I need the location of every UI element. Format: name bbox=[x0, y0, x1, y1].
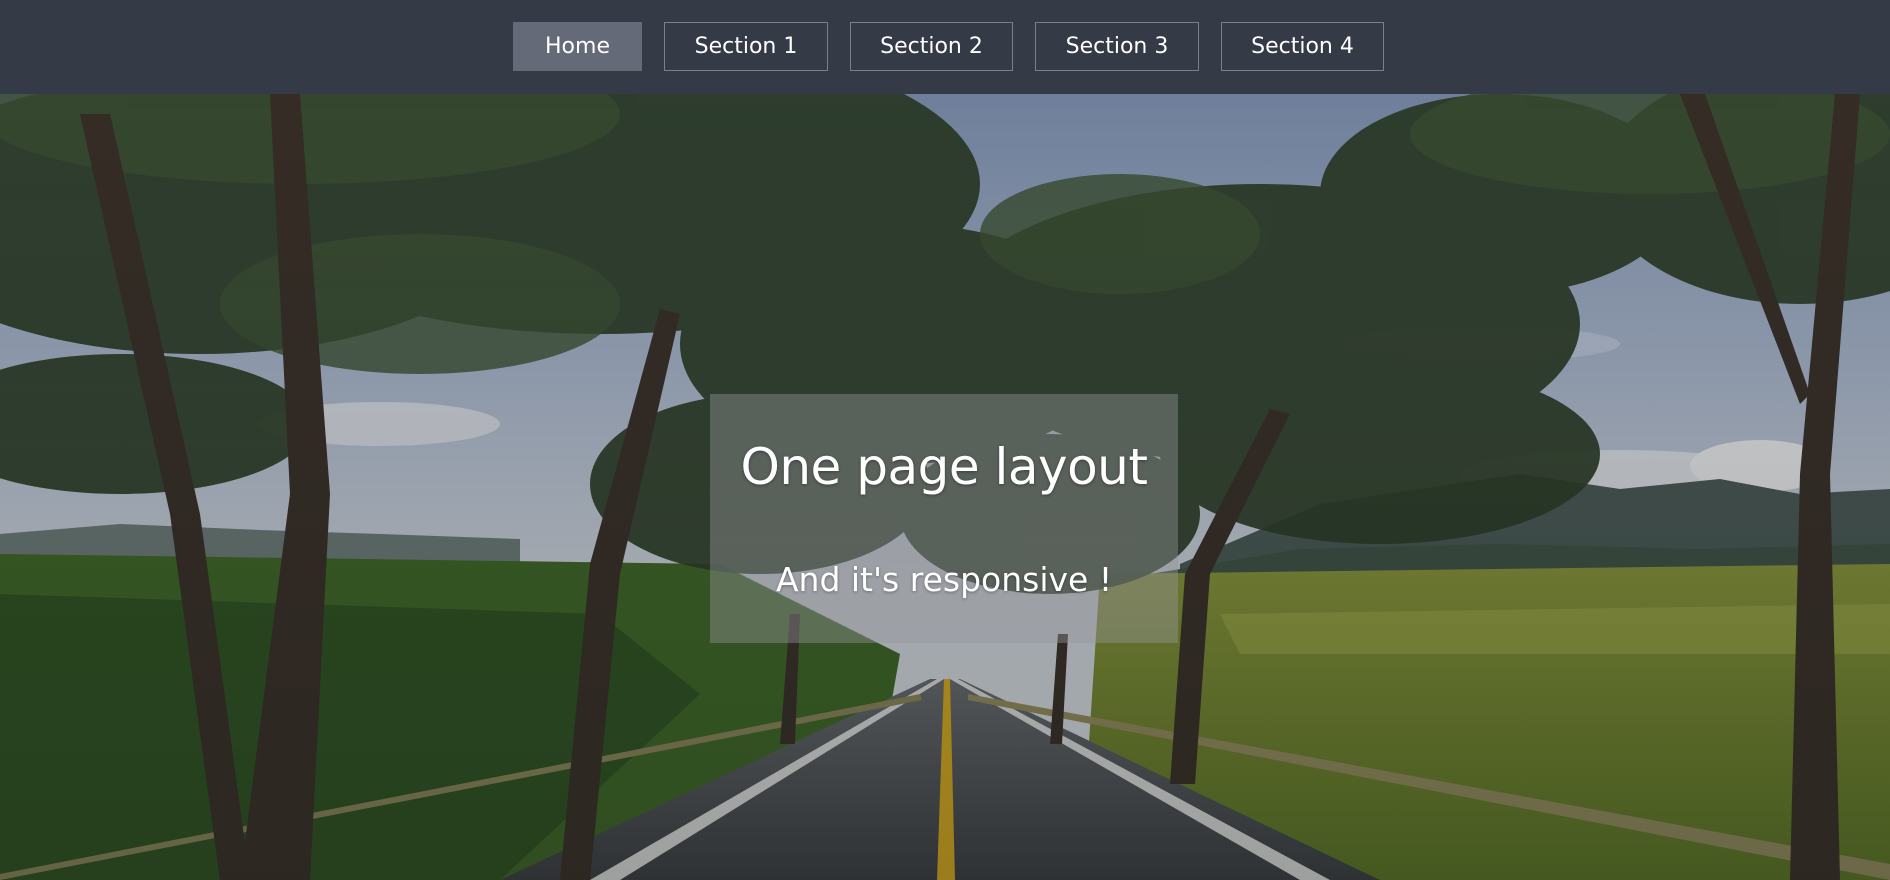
top-navbar: Home Section 1 Section 2 Section 3 Secti… bbox=[0, 0, 1890, 94]
nav-item-section-4[interactable]: Section 4 bbox=[1221, 22, 1384, 71]
nav-menu: Home Section 1 Section 2 Section 3 Secti… bbox=[513, 22, 1384, 71]
nav-item-section-3[interactable]: Section 3 bbox=[1035, 22, 1199, 71]
hero-text-box: One page layout And it's responsive ! bbox=[710, 394, 1178, 643]
page: Home Section 1 Section 2 Section 3 Secti… bbox=[0, 0, 1890, 880]
hero-subtitle: And it's responsive ! bbox=[775, 560, 1113, 599]
nav-item-section-1[interactable]: Section 1 bbox=[664, 22, 828, 71]
hero-section: One page layout And it's responsive ! bbox=[0, 94, 1890, 880]
nav-item-home[interactable]: Home bbox=[513, 22, 642, 71]
nav-item-section-2[interactable]: Section 2 bbox=[850, 22, 1013, 71]
hero-title: One page layout bbox=[740, 438, 1148, 496]
